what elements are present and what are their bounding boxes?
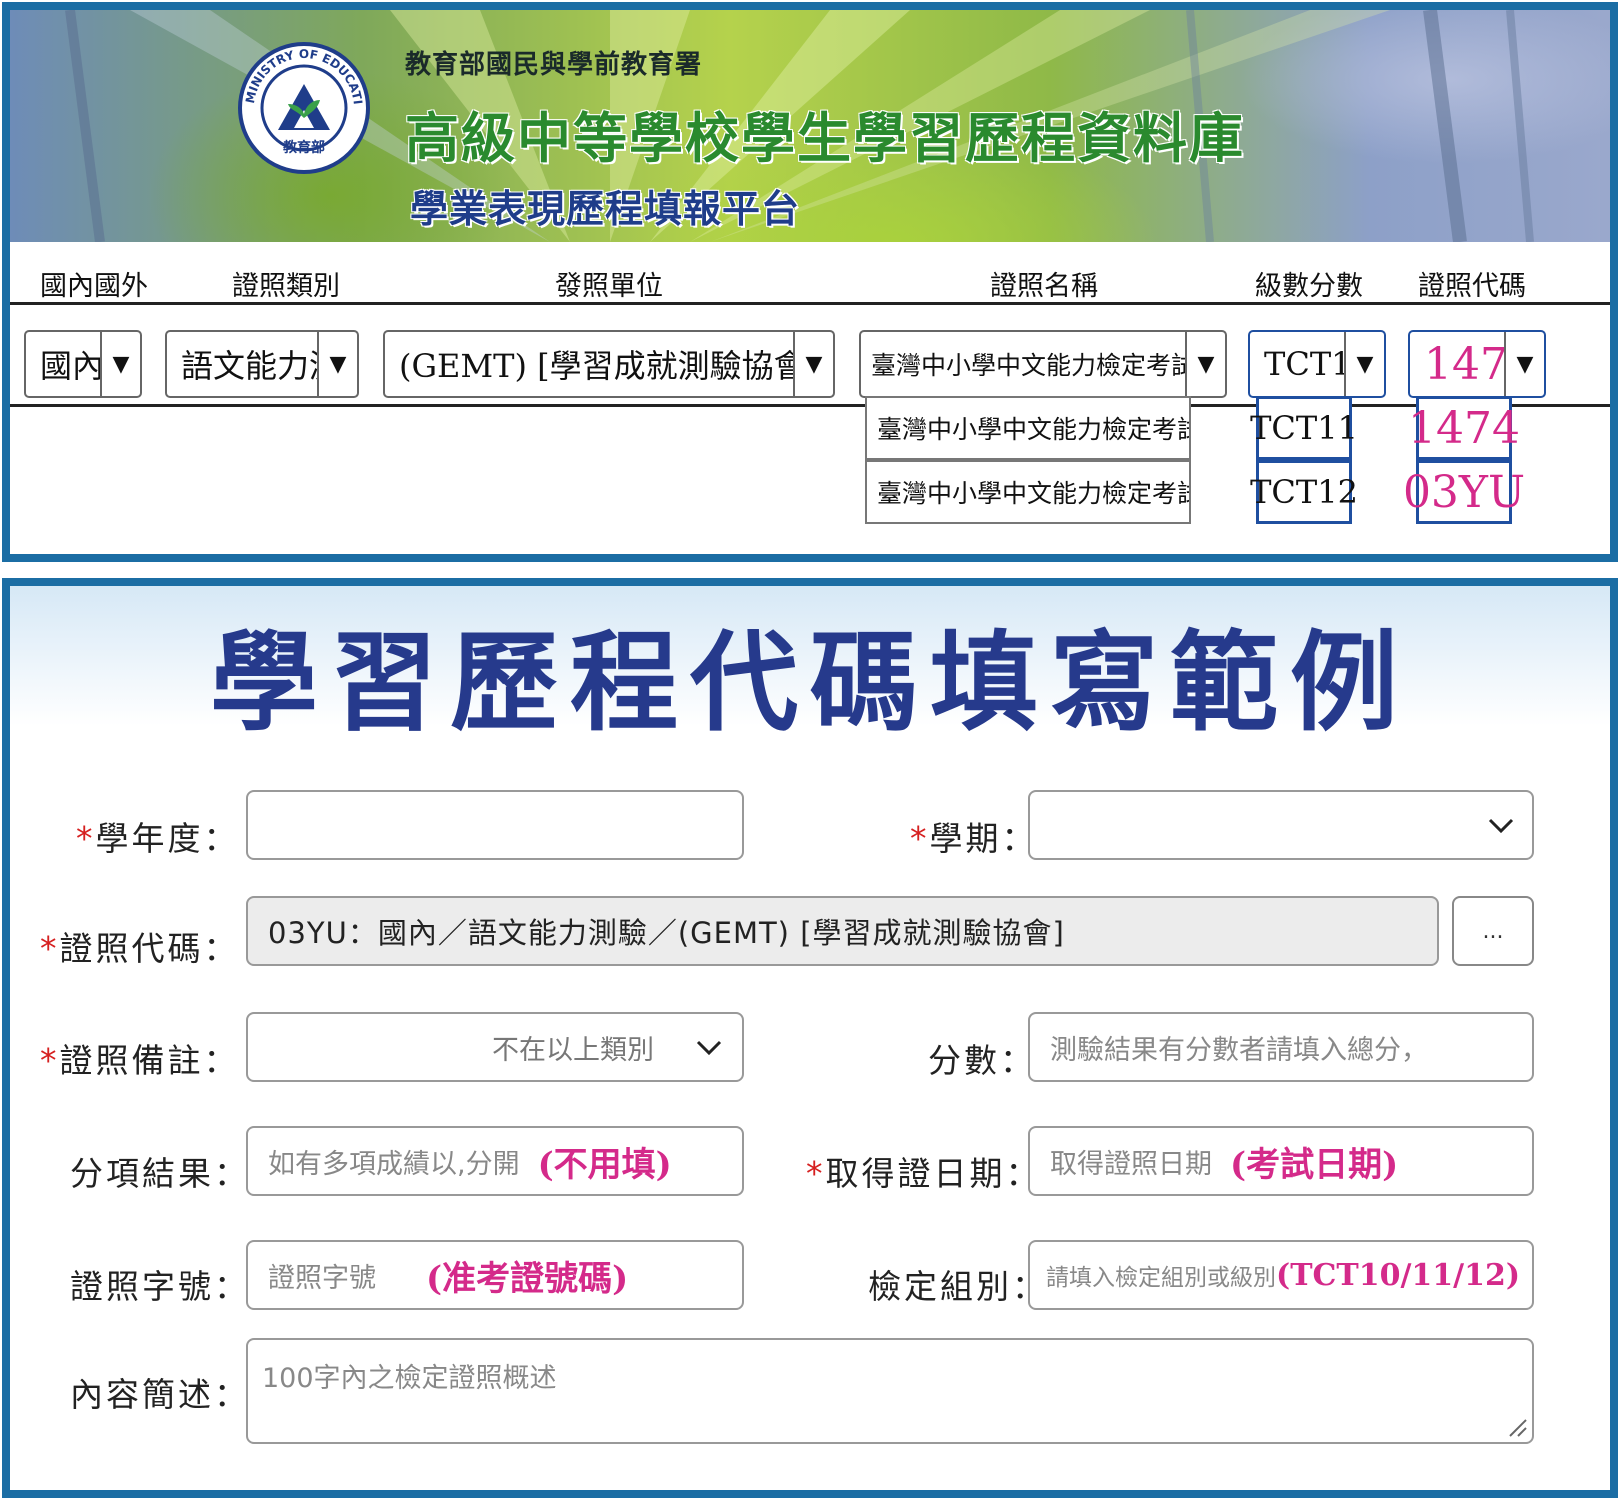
date-input[interactable]: 取得證照日期 (考試日期) (1028, 1126, 1534, 1196)
cert-code-picker-button[interactable]: ... (1452, 896, 1534, 966)
label-cert-note: *證照備註： (40, 1041, 240, 1080)
semester-select[interactable] (1028, 790, 1534, 860)
issuer-select[interactable]: (GEMT) [學習成就測驗協會] ▼ (383, 330, 835, 398)
level-select[interactable]: TCT10 ▼ (1248, 330, 1386, 398)
code-select[interactable]: 1472 ▼ (1408, 330, 1546, 398)
code-option[interactable]: 03YU (1403, 460, 1525, 524)
header-issuer: 發照單位 (555, 271, 663, 302)
group-hint: (TCT10/11/12) (1276, 1257, 1521, 1293)
dropdown-arrow-icon: ▼ (317, 332, 357, 396)
ministry-of-education-logo: MINISTRY OF EDUCATION 教育部 (236, 40, 370, 174)
label-date: *取得證日期： (806, 1154, 1042, 1193)
header-rule (10, 302, 1610, 305)
cert-name-option[interactable]: 臺灣中小學中文能力檢定考試TCT12 (865, 460, 1191, 524)
top-panel: MINISTRY OF EDUCATION 教育部 教育部國民與學前教育署 高級… (2, 2, 1618, 562)
issuer-select-value: (GEMT) [學習成就測驗協會] (399, 347, 793, 385)
dropdown-arrow-icon: ▼ (1504, 332, 1544, 396)
cert-no-placeholder: 證照字號 (268, 1262, 376, 1294)
dropdown-arrow-icon: ▼ (1344, 332, 1384, 396)
domestic-select[interactable]: 國內 ▼ (24, 330, 142, 398)
required-mark: * (910, 819, 930, 858)
cert-no-hint: (准考證號碼) (426, 1258, 629, 1299)
label-sub-result: 分項結果： (70, 1154, 250, 1193)
dropdown-arrow-icon: ▼ (100, 332, 140, 396)
cert-name-option[interactable]: 臺灣中小學中文能力檢定考試TCT11 (865, 396, 1191, 460)
header-code: 證照代碼 (1418, 271, 1526, 302)
sub-result-input[interactable]: 如有多項成績以,分開 (不用填) (246, 1126, 744, 1196)
level-select-value: TCT10 (1264, 345, 1344, 383)
agency-name: 教育部國民與學前教育署 (405, 50, 703, 80)
row-rule (10, 404, 1610, 407)
header-category: 證照類別 (232, 271, 340, 302)
code-option[interactable]: 1474 (1408, 396, 1520, 460)
label-cert-no: 證照字號： (70, 1267, 250, 1306)
cert-code-field[interactable]: 03YU：國內／語文能力測驗／(GEMT) [學習成就測驗協會] (246, 896, 1439, 966)
chevron-down-icon (1488, 818, 1514, 834)
chevron-down-icon (696, 1040, 722, 1056)
level-option[interactable]: TCT12 (1250, 460, 1358, 524)
label-score: 分數： (928, 1041, 1036, 1080)
year-input[interactable] (246, 790, 744, 860)
label-group: 檢定組別： (868, 1267, 1045, 1306)
cert-note-select[interactable]: 不在以上類別 (246, 1012, 744, 1082)
cert-name-select-value: 臺灣中小學中文能力檢定考試TCT10 (871, 351, 1185, 380)
platform-title: 學業表現歷程填報平台 (410, 186, 801, 231)
banner: MINISTRY OF EDUCATION 教育部 教育部國民與學前教育署 高級… (10, 10, 1610, 242)
level-option[interactable]: TCT11 (1250, 396, 1358, 460)
required-mark: * (806, 1154, 826, 1193)
required-mark: * (40, 929, 60, 968)
database-title: 高級中等學校學生學習歷程資料庫 (405, 106, 1245, 170)
label-year: *學年度： (76, 819, 240, 858)
cert-no-input[interactable]: 證照字號 (准考證號碼) (246, 1240, 744, 1310)
label-semester: *學期： (910, 819, 1038, 858)
label-cert-code: *證照代碼： (40, 929, 240, 968)
date-placeholder: 取得證照日期 (1050, 1148, 1212, 1180)
category-select-value: 語文能力測驗 (181, 347, 317, 385)
required-mark: * (76, 819, 96, 858)
dropdown-arrow-icon: ▼ (1185, 332, 1225, 396)
group-input[interactable]: 請填入檢定組別或級別 (TCT10/11/12) (1028, 1240, 1534, 1310)
cert-name-select[interactable]: 臺灣中小學中文能力檢定考試TCT10 ▼ (859, 330, 1227, 398)
category-select[interactable]: 語文能力測驗 ▼ (165, 330, 359, 398)
desc-placeholder: 100字內之檢定證照概述 (262, 1363, 557, 1394)
label-desc: 內容簡述： (70, 1375, 250, 1414)
header-cert-name: 證照名稱 (990, 271, 1098, 302)
dropdown-arrow-icon: ▼ (793, 332, 833, 396)
date-hint: (考試日期) (1230, 1144, 1399, 1185)
required-mark: * (40, 1041, 60, 1080)
domestic-select-value: 國內 (40, 347, 100, 385)
group-placeholder: 請填入檢定組別或級別 (1046, 1265, 1276, 1291)
cert-note-value: 不在以上類別 (492, 1034, 654, 1066)
svg-text:教育部: 教育部 (283, 139, 325, 156)
sub-result-placeholder: 如有多項成績以,分開 (268, 1148, 520, 1180)
header-domestic: 國內國外 (40, 271, 148, 302)
resize-handle-icon[interactable] (1504, 1414, 1528, 1438)
score-input[interactable]: 測驗結果有分數者請填入總分， (1028, 1012, 1534, 1082)
score-placeholder: 測驗結果有分數者請填入總分， (1050, 1034, 1428, 1066)
code-select-value: 1472 (1424, 338, 1504, 390)
sub-result-hint: (不用填) (537, 1144, 672, 1185)
form-example-title: 學習歷程代碼填寫範例 (209, 620, 1410, 746)
desc-textarea[interactable]: 100字內之檢定證照概述 (246, 1338, 1534, 1444)
header-level: 級數分數 (1255, 271, 1363, 302)
